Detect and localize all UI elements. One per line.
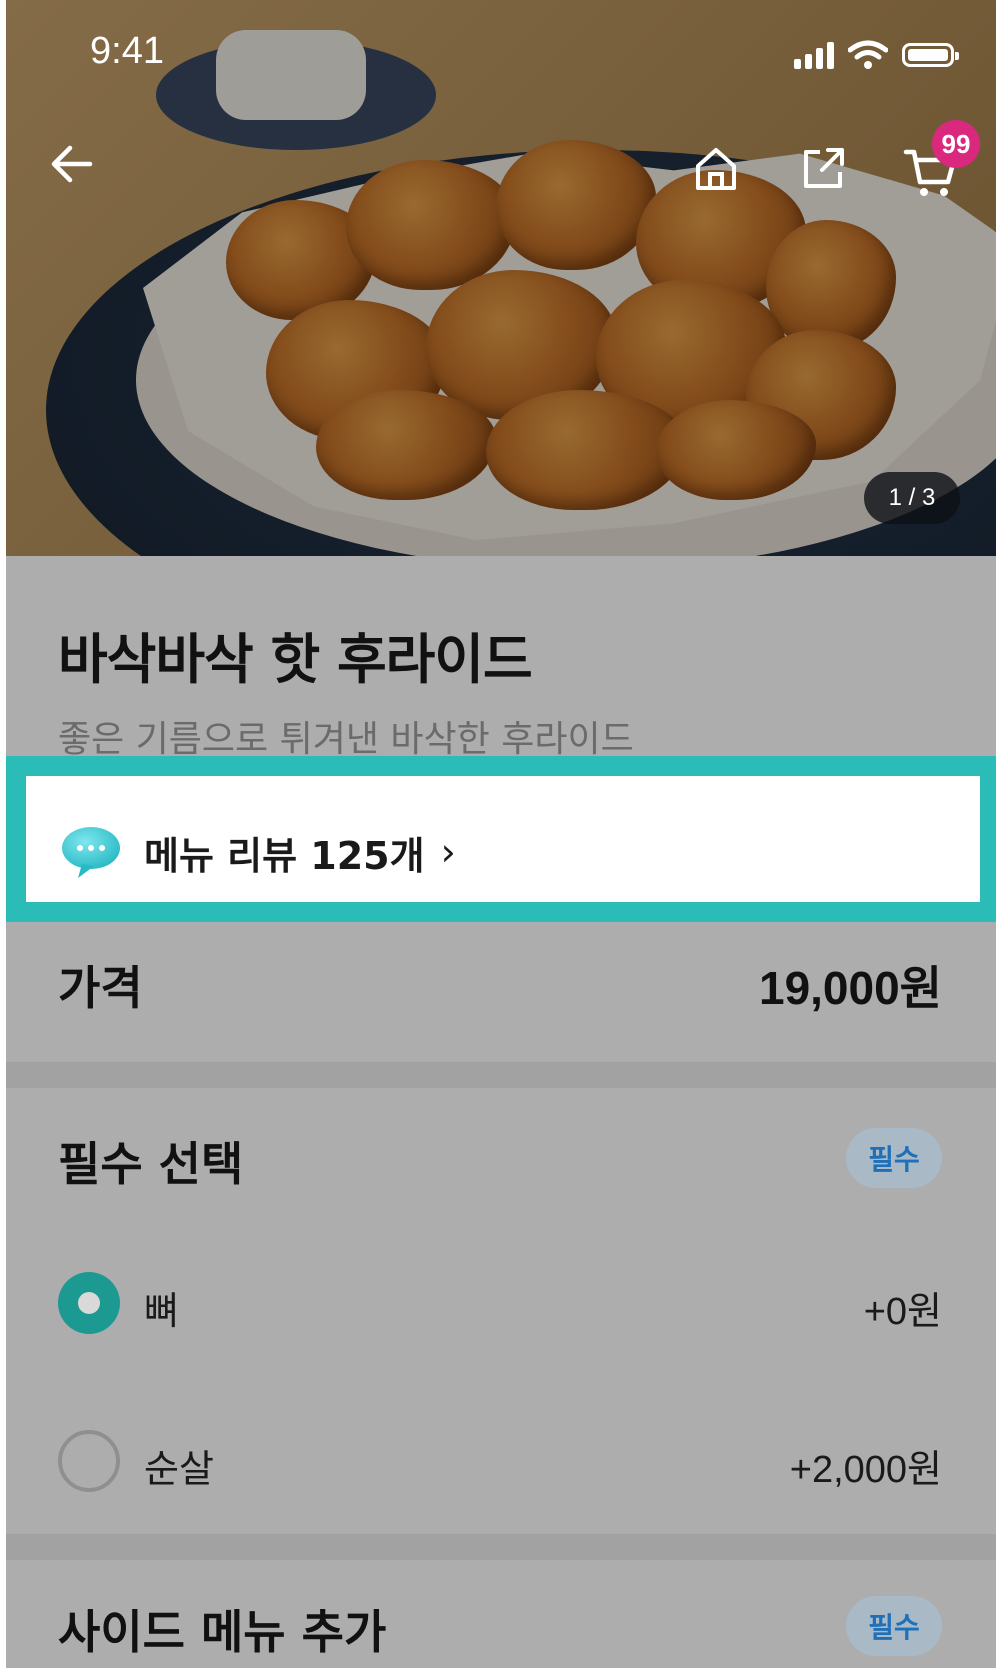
side-menu-title: 사이드 메뉴 추가 — [58, 1605, 387, 1659]
back-button[interactable] — [44, 136, 100, 192]
required-badge: 필수 — [846, 1128, 942, 1188]
radio-selected[interactable] — [58, 1272, 120, 1334]
menu-description: 좋은 기름으로 튀겨낸 바삭한 후라이드 — [58, 719, 634, 760]
cart-count-badge: 99 — [932, 120, 980, 168]
section-divider — [6, 1534, 996, 1560]
status-time: 9:41 — [90, 30, 164, 72]
menu-review-link[interactable]: 메뉴 리뷰 125개 › — [60, 822, 456, 882]
home-button[interactable] — [688, 140, 744, 196]
status-icons — [794, 40, 959, 70]
chevron-right-icon: › — [440, 830, 456, 874]
battery-icon — [902, 43, 959, 67]
home-icon — [696, 148, 736, 190]
section-divider — [6, 1062, 996, 1088]
option-price: +2,000원 — [789, 1449, 942, 1491]
required-badge: 필수 — [846, 1596, 942, 1656]
signal-icon — [794, 41, 834, 69]
option-price: +0원 — [863, 1291, 942, 1333]
share-button[interactable] — [796, 140, 852, 196]
required-choice-title: 필수 선택 — [58, 1137, 244, 1191]
menu-title: 바삭바삭 핫 후라이드 — [58, 628, 533, 691]
price-label: 가격 — [58, 961, 143, 1015]
option-row-boneless[interactable]: 순살 +2,000원 — [6, 1416, 996, 1506]
arrow-left-icon — [51, 145, 93, 183]
wifi-icon — [848, 40, 888, 69]
menu-photo[interactable]: 9:41 99 1 / 3 — [6, 0, 996, 556]
radio-unselected[interactable] — [58, 1430, 120, 1492]
review-count-label: 메뉴 리뷰 125개 — [144, 833, 425, 878]
photo-page-indicator: 1 / 3 — [864, 472, 960, 524]
price-value: 19,000원 — [758, 962, 942, 1014]
option-label: 뼈 — [144, 1289, 179, 1333]
option-label: 순살 — [144, 1447, 214, 1491]
option-row-bone[interactable]: 뼈 +0원 — [6, 1258, 996, 1348]
speech-bubble-icon — [62, 827, 120, 878]
share-icon — [804, 148, 844, 188]
phone-screen: 9:41 99 1 / 3 바삭바삭 핫 후라이드 좋은 기름으로 튀겨낸 바삭… — [6, 0, 996, 1668]
